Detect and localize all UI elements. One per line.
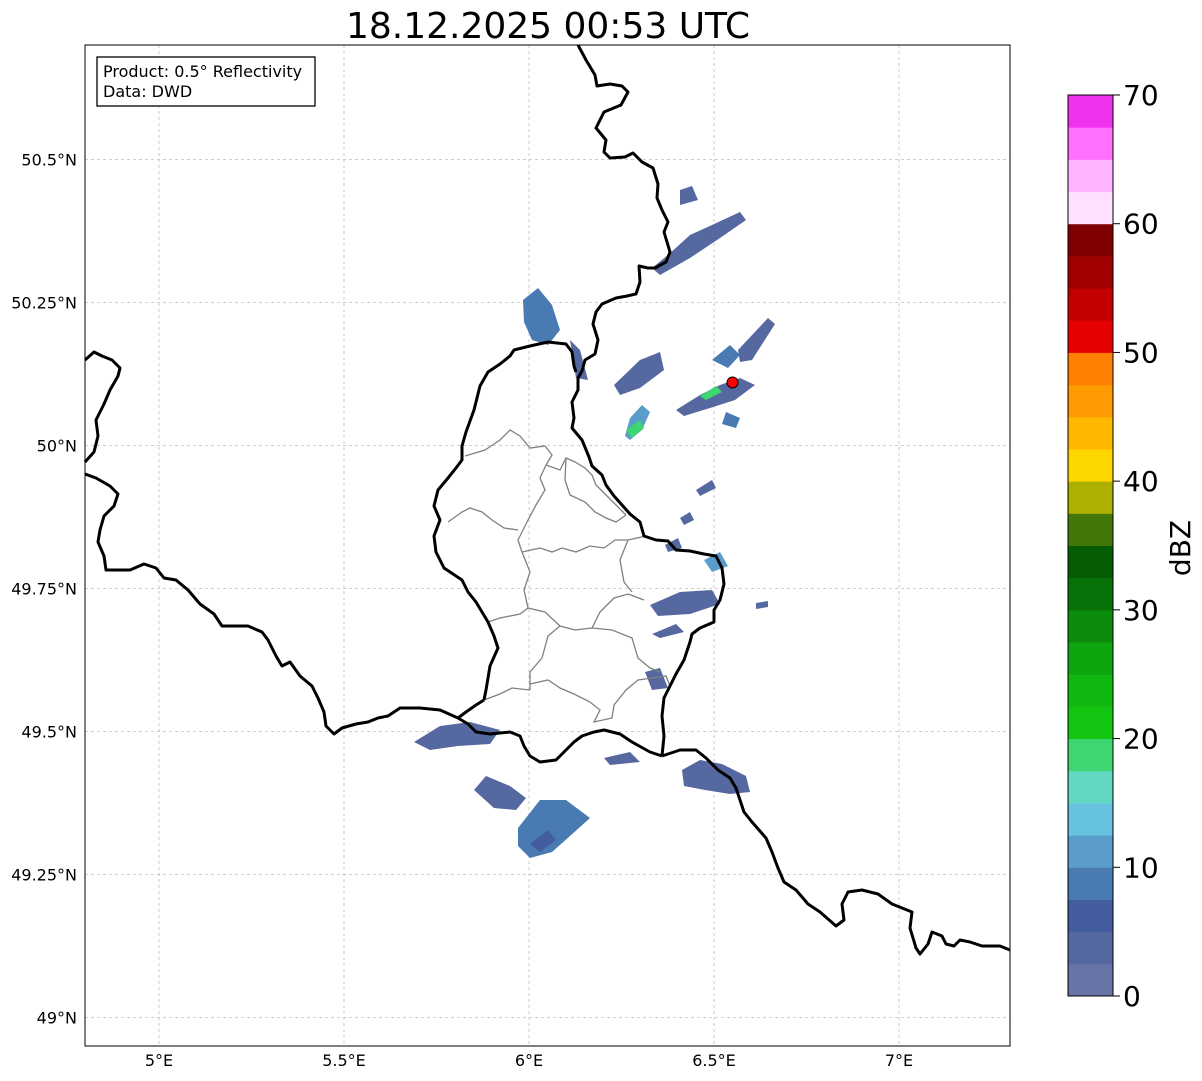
y-tick-label: 49.25°N xyxy=(11,865,77,884)
colorbar-block xyxy=(1068,867,1113,900)
y-tick-label: 49.5°N xyxy=(21,722,77,741)
y-tick-label: 50°N xyxy=(37,436,77,455)
colorbar-block xyxy=(1068,738,1113,772)
location-marker xyxy=(726,376,739,389)
colorbar-tick-label: 60 xyxy=(1123,208,1159,241)
map-background xyxy=(85,45,1010,1046)
colorbar-block xyxy=(1068,223,1113,257)
info-box: Product: 0.5° Reflectivity Data: DWD xyxy=(96,56,316,107)
colorbar-tick-label: 30 xyxy=(1123,594,1159,627)
y-tick-label: 49°N xyxy=(37,1008,77,1027)
colorbar-block xyxy=(1068,577,1113,611)
colorbar-block xyxy=(1068,674,1113,707)
colorbar-block xyxy=(1068,384,1113,418)
colorbar-ticks: 0 10 20 30 40 50 60 70 xyxy=(1113,79,1159,1013)
colorbar-block xyxy=(1068,770,1113,804)
colorbar-block xyxy=(1068,835,1113,868)
colorbar-block xyxy=(1068,642,1113,675)
colorbar-block xyxy=(1068,609,1113,643)
x-tick-label: 6.5°E xyxy=(692,1051,736,1070)
y-tick-label: 50.5°N xyxy=(21,150,77,169)
x-tick-label: 7°E xyxy=(885,1051,913,1070)
colorbar-block xyxy=(1068,159,1113,193)
radar-figure: 18.12.2025 00:53 UTC 5°E 5.5°E 6°E 6.5°E… xyxy=(11,6,1197,1070)
colorbar-block xyxy=(1068,191,1113,225)
colorbar-tick-label: 0 xyxy=(1123,980,1141,1013)
colorbar-block xyxy=(1068,513,1113,546)
colorbar-block xyxy=(1068,481,1113,514)
colorbar-block xyxy=(1068,545,1113,579)
colorbar-tick-label: 40 xyxy=(1123,465,1159,498)
colorbar-block xyxy=(1068,802,1113,836)
colorbar-tick-label: 20 xyxy=(1123,723,1159,756)
colorbar-block xyxy=(1068,416,1113,450)
colorbar-block xyxy=(1068,352,1113,386)
x-tick-label: 6°E xyxy=(515,1051,543,1070)
colorbar-block xyxy=(1068,320,1113,353)
colorbar-block xyxy=(1068,288,1113,321)
colorbar-block xyxy=(1068,127,1113,160)
y-tick-label: 50.25°N xyxy=(11,293,77,312)
info-product: Product: 0.5° Reflectivity xyxy=(103,62,302,81)
colorbar-block xyxy=(1068,963,1113,997)
colorbar-block xyxy=(1068,706,1113,740)
x-tick-label: 5.5°E xyxy=(322,1051,366,1070)
chart-title: 18.12.2025 00:53 UTC xyxy=(346,6,750,47)
colorbar-block xyxy=(1068,95,1113,128)
colorbar-tick-label: 10 xyxy=(1123,851,1159,884)
colorbar-tick-label: 70 xyxy=(1123,79,1159,112)
x-tick-label: 5°E xyxy=(145,1051,173,1070)
y-tick-label: 49.75°N xyxy=(11,579,77,598)
colorbar: 0 10 20 30 40 50 60 70 dBZ xyxy=(1067,79,1197,1013)
colorbar-blocks xyxy=(1068,95,1113,997)
colorbar-block xyxy=(1068,448,1113,482)
colorbar-tick-label: 50 xyxy=(1123,336,1159,369)
colorbar-block xyxy=(1068,899,1113,933)
map-panel: 5°E 5.5°E 6°E 6.5°E 7°E 50.5°N 50.25°N 50°N 49.7… xyxy=(11,44,1011,1070)
colorbar-label: dBZ xyxy=(1164,520,1197,576)
colorbar-block xyxy=(1068,931,1113,965)
info-data-source: Data: DWD xyxy=(103,82,192,101)
colorbar-block xyxy=(1068,255,1113,289)
